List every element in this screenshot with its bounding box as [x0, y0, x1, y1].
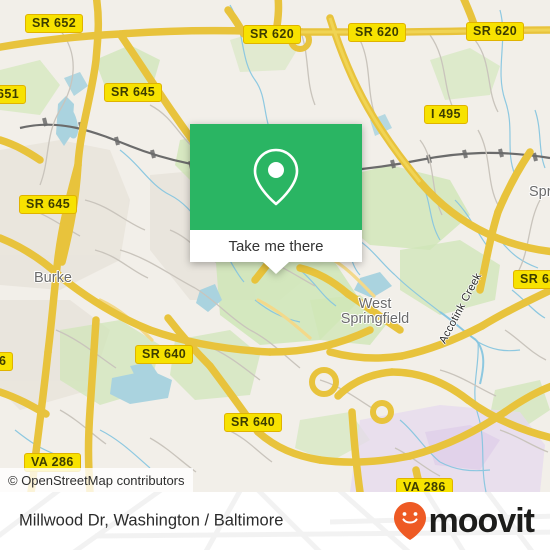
- road-shield-sr-620-west[interactable]: SR 620: [243, 25, 302, 44]
- popup-tail: [263, 262, 289, 274]
- location-pin-icon: [253, 148, 299, 206]
- road-shield-sr-652[interactable]: SR 652: [25, 14, 84, 33]
- road-shield-sr-645-west[interactable]: SR 645: [19, 195, 78, 214]
- moovit-map-screen: Burke West Springfield Spr Accotink Cree…: [0, 0, 550, 550]
- road-shield-sr-645-north[interactable]: SR 645: [104, 83, 163, 102]
- road-shield-651[interactable]: 651: [0, 85, 27, 104]
- road-shield-6[interactable]: 6: [0, 352, 14, 371]
- map-attribution-label: © OpenStreetMap contributors: [8, 472, 185, 488]
- road-shield-va-286-east[interactable]: VA 286: [396, 478, 453, 492]
- road-shield-sr-620-east[interactable]: SR 620: [466, 22, 525, 41]
- footer-bar: Millwood Dr, Washington / Baltimore moov…: [0, 492, 550, 550]
- map-attribution[interactable]: © OpenStreetMap contributors: [0, 468, 193, 492]
- road-shield-i-495[interactable]: I 495: [424, 105, 468, 124]
- road-shield-sr-644[interactable]: SR 644: [513, 270, 550, 289]
- page-title: Millwood Dr, Washington / Baltimore: [19, 511, 284, 530]
- location-popup-card[interactable]: Take me there: [190, 124, 362, 274]
- moovit-pin-smiley-icon: [393, 502, 426, 540]
- road-shield-sr-640-north[interactable]: SR 640: [135, 345, 194, 364]
- moovit-wordmark: moovit: [428, 502, 535, 540]
- map-canvas[interactable]: Burke West Springfield Spr Accotink Cree…: [0, 0, 550, 492]
- take-me-there-label: Take me there: [228, 237, 324, 255]
- road-shield-sr-620-mid[interactable]: SR 620: [348, 23, 407, 42]
- popup-header: [190, 124, 362, 230]
- take-me-there-button[interactable]: Take me there: [190, 230, 362, 262]
- moovit-logo[interactable]: moovit: [393, 501, 535, 541]
- road-shield-sr-640-south[interactable]: SR 640: [224, 413, 283, 432]
